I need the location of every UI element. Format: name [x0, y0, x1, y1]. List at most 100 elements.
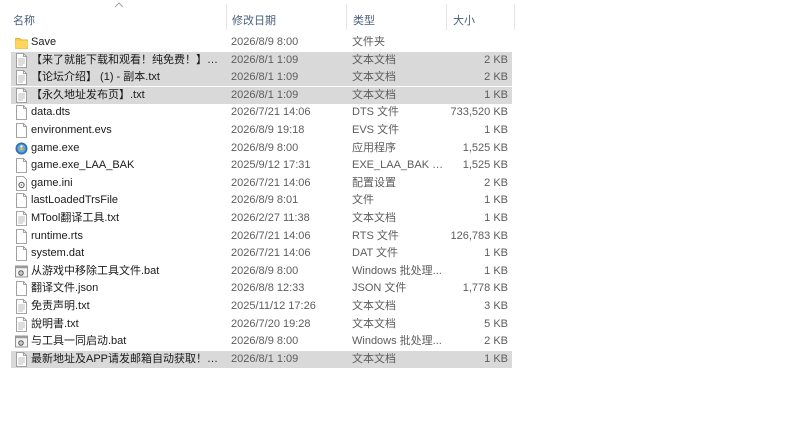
file-modified-date: 2026/8/1 1:09: [231, 71, 299, 84]
file-modified-date: 2026/7/21 14:06: [231, 247, 311, 260]
file-row[interactable]: 【论坛介绍】 (1) - 副本.txt 2026/8/1 1:09 文本文档 2 KB: [11, 69, 512, 87]
file-row[interactable]: 說明書.txt 2026/7/20 19:28 文本文档 5 KB: [11, 316, 512, 333]
file-name: 从游戏中移除工具文件.bat: [31, 264, 160, 277]
file-type: 文本文档: [352, 212, 396, 224]
file-name: environment.evs: [31, 124, 112, 136]
file-type: Windows 批处理...: [352, 264, 442, 277]
file-size: 126,783 KB: [450, 229, 509, 242]
file-modified-date: 2026/8/9 8:01: [231, 194, 299, 207]
file-modified-date: 2026/2/27 11:38: [231, 212, 310, 224]
file-type: 文本文档: [352, 53, 396, 66]
file-type: 配置设置: [352, 176, 396, 189]
file-row[interactable]: MTool翻译工具.txt 2026/2/27 11:38 文本文档 1 KB: [11, 210, 512, 227]
text-file-icon: [15, 351, 28, 367]
column-type-label: 类型: [353, 15, 375, 27]
text-file-icon: [15, 316, 28, 332]
file-size: 1,525 KB: [462, 159, 508, 172]
file-size: 1 KB: [484, 88, 508, 101]
file-name: game.exe: [31, 141, 80, 154]
file-modified-date: 2026/8/9 19:18: [231, 124, 305, 136]
column-date[interactable]: 修改日期: [227, 0, 346, 34]
sort-ascending-icon: [114, 2, 124, 8]
file-type: 应用程序: [352, 141, 396, 154]
file-modified-date: 2026/8/9 8:00: [231, 264, 299, 277]
column-size-label: 大小: [453, 15, 475, 27]
file-size: 2 KB: [484, 176, 508, 189]
file-row[interactable]: 【来了就能下载和观看！纯免费！】- 副... 2026/8/1 1:09 文本文档 2…: [11, 51, 512, 69]
file-row[interactable]: game.exe_LAA_BAK 2025/9/12 17:31 EXE_LAA_B…: [11, 157, 512, 174]
game-app-icon: [15, 141, 28, 156]
file-row[interactable]: environment.evs 2026/8/9 19:18 EVS 文件 1 KB: [11, 122, 512, 139]
file-modified-date: 2026/8/1 1:09: [231, 88, 299, 101]
file-row[interactable]: game.exe 2026/8/9 8:00 应用程序 1,525 KB: [11, 140, 512, 157]
file-row[interactable]: system.dat 2026/7/21 14:06 DAT 文件 1 KB: [11, 245, 512, 262]
file-row[interactable]: 免责声明.txt 2025/11/12 17:26 文本文档 3 KB: [11, 298, 512, 315]
file-row[interactable]: 翻译文件.json 2026/8/8 12:33 JSON 文件 1,778 KB: [11, 280, 512, 297]
generic-file-icon: [15, 123, 28, 138]
file-name: 与工具一同启动.bat: [31, 335, 127, 348]
file-row[interactable]: game.ini 2026/7/21 14:06 配置设置 2 KB: [11, 175, 512, 192]
file-type: EXE_LAA_BAK 文件: [352, 159, 452, 172]
file-name: 翻译文件.json: [31, 282, 99, 295]
file-row[interactable]: lastLoadedTrsFile 2026/8/9 8:01 文件 1 KB: [11, 192, 512, 209]
file-row[interactable]: 从游戏中移除工具文件.bat 2026/8/9 8:00 Windows 批处理..…: [11, 263, 512, 280]
generic-file-icon: [15, 158, 28, 174]
file-name: data.dts: [31, 106, 71, 119]
column-name[interactable]: 名称: [0, 0, 226, 34]
text-file-icon: [15, 52, 28, 68]
column-divider[interactable]: [514, 4, 515, 30]
file-name: 說明書.txt: [31, 317, 79, 330]
file-name: MTool翻译工具.txt: [31, 212, 120, 224]
generic-file-icon: [15, 228, 28, 244]
generic-file-icon: [15, 246, 28, 262]
file-size: 5 KB: [484, 317, 508, 330]
file-row[interactable]: 【永久地址发布页】.txt 2026/8/1 1:09 文本文档 1 KB: [11, 86, 512, 104]
file-name: 【来了就能下载和观看！纯免费！】- 副...: [31, 53, 221, 66]
file-modified-date: 2025/9/12 17:31: [231, 159, 311, 172]
column-date-label: 修改日期: [232, 15, 276, 27]
file-name: 免责声明.txt: [31, 300, 90, 312]
file-modified-date: 2026/8/9 8:00: [231, 36, 299, 48]
settings-file-icon: [15, 175, 28, 191]
batch-file-icon: [15, 264, 28, 279]
file-size: 1 KB: [484, 264, 508, 277]
column-name-label: 名称: [13, 15, 35, 27]
file-size: 2 KB: [484, 335, 508, 348]
file-size: 2 KB: [484, 53, 508, 66]
file-type: 文本文档: [352, 317, 396, 330]
file-type: EVS 文件: [352, 124, 400, 136]
file-modified-date: 2026/8/9 8:00: [231, 335, 299, 348]
file-modified-date: 2026/8/1 1:09: [231, 352, 299, 365]
file-type: 文本文档: [352, 88, 396, 101]
text-file-icon: [15, 211, 28, 226]
file-row[interactable]: Save 2026/8/9 8:00 文件夹: [11, 34, 512, 51]
generic-file-icon: [15, 193, 28, 209]
file-size: 1,525 KB: [462, 141, 508, 154]
file-type: RTS 文件: [352, 229, 399, 242]
file-name: runtime.rts: [31, 229, 83, 242]
column-size[interactable]: 大小: [447, 0, 514, 34]
folder-icon: [15, 35, 28, 50]
file-name: game.ini: [31, 176, 73, 189]
file-row[interactable]: 与工具一同启动.bat 2026/8/9 8:00 Windows 批处理... 2 …: [11, 333, 512, 350]
file-type: 文本文档: [352, 71, 396, 84]
file-name: 【永久地址发布页】.txt: [31, 88, 145, 101]
file-name: Save: [31, 36, 57, 48]
file-name: 最新地址及APP请发邮箱自动获取！！！...: [31, 352, 221, 365]
file-modified-date: 2026/7/21 14:06: [231, 176, 311, 189]
column-type[interactable]: 类型: [347, 0, 446, 34]
file-row[interactable]: runtime.rts 2026/7/21 14:06 RTS 文件 126,783 …: [11, 228, 512, 245]
generic-file-icon: [15, 105, 28, 121]
file-name: lastLoadedTrsFile: [31, 194, 119, 207]
file-modified-date: 2026/7/21 14:06: [231, 106, 311, 119]
file-modified-date: 2026/8/8 12:33: [231, 282, 305, 295]
file-row[interactable]: data.dts 2026/7/21 14:06 DTS 文件 733,520 KB: [11, 104, 512, 121]
batch-file-icon: [15, 334, 28, 349]
file-type: Windows 批处理...: [352, 335, 442, 348]
generic-file-icon: [15, 281, 28, 297]
file-row[interactable]: 最新地址及APP请发邮箱自动获取！！！... 2026/8/1 1:09 文本文档 1…: [11, 350, 512, 368]
file-size: 1 KB: [484, 247, 508, 260]
file-name: game.exe_LAA_BAK: [31, 159, 135, 172]
column-header: 名称 修改日期 类型 大小: [0, 0, 520, 34]
text-file-icon: [15, 299, 28, 314]
